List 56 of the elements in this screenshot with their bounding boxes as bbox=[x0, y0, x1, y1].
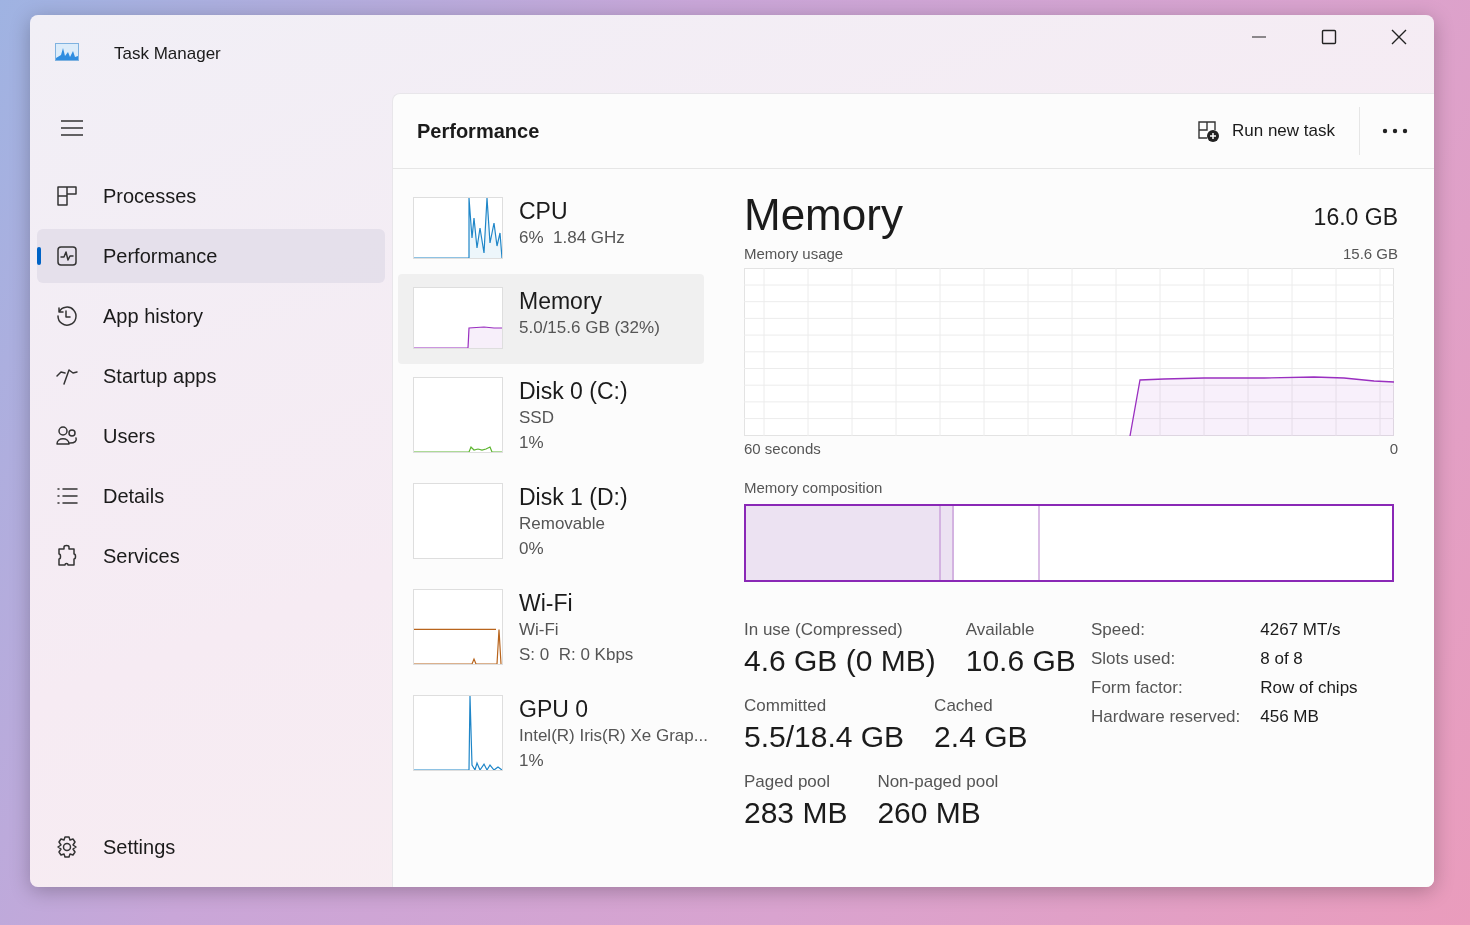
stat-value: 4.6 GB (0 MB) bbox=[744, 644, 936, 678]
history-icon bbox=[55, 304, 79, 328]
total-memory: 16.0 GB bbox=[1313, 204, 1398, 231]
settings-icon bbox=[55, 835, 79, 859]
stat-label: Non-paged pool bbox=[877, 772, 999, 792]
stat-value: 260 MB bbox=[877, 796, 982, 830]
composition-label: Memory composition bbox=[744, 479, 883, 496]
chart-max-label: 15.6 GB bbox=[1342, 245, 1398, 262]
menu-icon bbox=[60, 119, 84, 137]
settings-item[interactable]: Settings bbox=[37, 820, 385, 874]
page-title: Performance bbox=[417, 119, 540, 143]
info-label: Hardware reserved: bbox=[1091, 707, 1241, 727]
info-value: 456 MB bbox=[1260, 707, 1320, 727]
info-value: 4267 MT/s bbox=[1260, 620, 1342, 640]
close-icon bbox=[1391, 29, 1407, 45]
device-item[interactable]: Memory 5.0/15.6 GB (32%) bbox=[398, 274, 704, 364]
stat-value: 10.6 GB bbox=[965, 644, 1076, 678]
window-title: Task Manager bbox=[114, 44, 221, 64]
chart-label: Memory usage bbox=[744, 245, 844, 262]
stat-label: Paged pool bbox=[744, 772, 832, 792]
axis-label: 0 bbox=[1389, 440, 1398, 457]
stat-label: Cached bbox=[934, 696, 994, 716]
stat-label: In use (Compressed) bbox=[744, 620, 904, 640]
nav-item[interactable]: Startup apps bbox=[37, 349, 385, 403]
resource-title: Memory bbox=[744, 189, 903, 241]
nav-item[interactable]: App history bbox=[37, 289, 385, 343]
stat-label: Available bbox=[965, 620, 1036, 640]
info-value: Row of chips bbox=[1260, 678, 1358, 698]
users-icon bbox=[55, 424, 79, 448]
info-label: Speed: bbox=[1091, 620, 1146, 640]
run-new-task-button[interactable]: Run new task bbox=[1186, 113, 1345, 149]
minimize-icon bbox=[1251, 36, 1267, 38]
device-item[interactable]: Wi-Fi Wi-Fi S: 0 R: 0 Kbps bbox=[398, 576, 704, 682]
info-label: Form factor: bbox=[1091, 678, 1184, 698]
nav-item[interactable]: Processes bbox=[37, 169, 385, 223]
info-value: 8 of 8 bbox=[1260, 649, 1304, 669]
nav-item[interactable]: Services bbox=[37, 529, 385, 583]
more-icon bbox=[1382, 128, 1408, 134]
nav-item[interactable]: Details bbox=[37, 469, 385, 523]
new-task-icon bbox=[1196, 119, 1220, 143]
stat-value: 283 MB bbox=[744, 796, 848, 830]
axis-label: 60 seconds bbox=[744, 440, 821, 457]
device-item[interactable]: Disk 0 (C:) SSD 1% bbox=[398, 364, 704, 470]
app-icon bbox=[55, 43, 79, 61]
info-label: Slots used: bbox=[1091, 649, 1177, 669]
stat-value: 5.5/18.4 GB bbox=[744, 720, 905, 754]
puzzle-icon bbox=[55, 544, 79, 568]
processes-icon bbox=[55, 184, 79, 208]
device-item[interactable]: Disk 1 (D:) Removable 0% bbox=[398, 470, 704, 576]
nav-item[interactable]: Users bbox=[37, 409, 385, 463]
pulse-icon bbox=[55, 244, 79, 268]
device-item[interactable]: CPU 6% 1.84 GHz bbox=[398, 184, 704, 274]
stat-label: Committed bbox=[744, 696, 828, 716]
stat-value: 2.4 GB bbox=[934, 720, 1028, 754]
maximize-icon bbox=[1321, 29, 1337, 45]
nav-item[interactable]: Performance bbox=[37, 229, 385, 283]
